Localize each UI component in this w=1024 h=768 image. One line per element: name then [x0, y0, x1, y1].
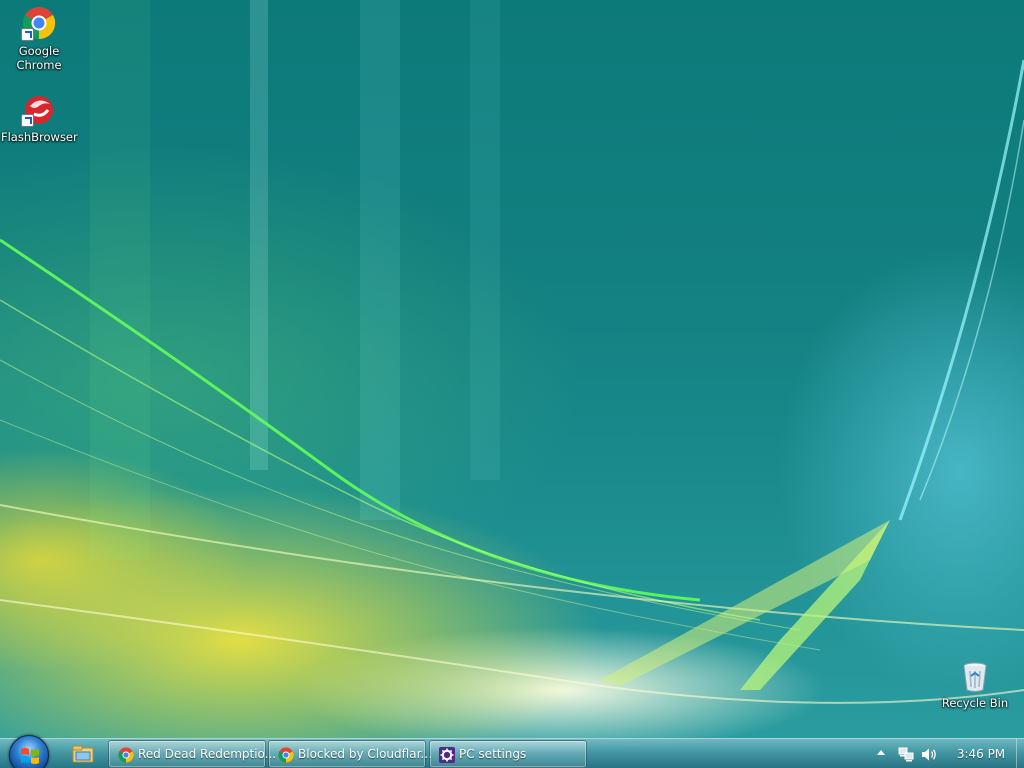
taskbar-button-red-dead-redemption[interactable]: Red Dead Redemptio... [108, 740, 276, 768]
shortcut-arrow-icon [21, 28, 34, 41]
desktop-icon-flashbrowser[interactable]: FlashBrowser [1, 92, 78, 144]
chrome-icon [278, 747, 294, 763]
shortcut-arrow-icon [21, 114, 34, 127]
file-explorer-icon[interactable] [72, 744, 94, 764]
show-desktop-button[interactable] [1016, 739, 1024, 768]
chrome-icon [118, 747, 134, 763]
volume-icon[interactable] [921, 747, 938, 762]
start-button[interactable] [9, 735, 49, 768]
recycle-bin-icon [962, 662, 988, 692]
taskbar-button-blocked-by-cloudflare[interactable]: Blocked by Cloudflar... [268, 740, 432, 768]
show-hidden-icons-arrow-icon[interactable] [877, 750, 885, 755]
desktop-icon-google-chrome[interactable]: Google Chrome [1, 6, 77, 72]
desktop-icon-label: Google Chrome [16, 44, 62, 72]
flashbrowser-icon [21, 92, 56, 127]
gear-icon [439, 747, 455, 763]
desktop-wallpaper [0, 0, 1024, 768]
taskbar: Red Dead Redemptio... Blocked by Cloudfl… [0, 735, 1024, 768]
taskbar-button-label: PC settings [459, 747, 527, 761]
network-icon[interactable] [898, 747, 914, 762]
wallpaper-light-streaks [0, 0, 1024, 704]
chrome-icon [21, 6, 56, 41]
windows-logo-icon [21, 748, 39, 764]
taskbar-button-label: Blocked by Cloudflar... [298, 747, 432, 761]
desktop-icon-label: FlashBrowser [1, 130, 78, 144]
desktop-icon-label: Recycle Bin [941, 696, 1009, 710]
taskbar-clock[interactable]: 3:46 PM [956, 747, 1006, 761]
desktop-icon-recycle-bin[interactable]: Recycle Bin [937, 662, 1013, 710]
taskbar-button-pc-settings[interactable]: PC settings [429, 740, 587, 768]
taskbar-button-label: Red Dead Redemptio... [138, 747, 277, 761]
